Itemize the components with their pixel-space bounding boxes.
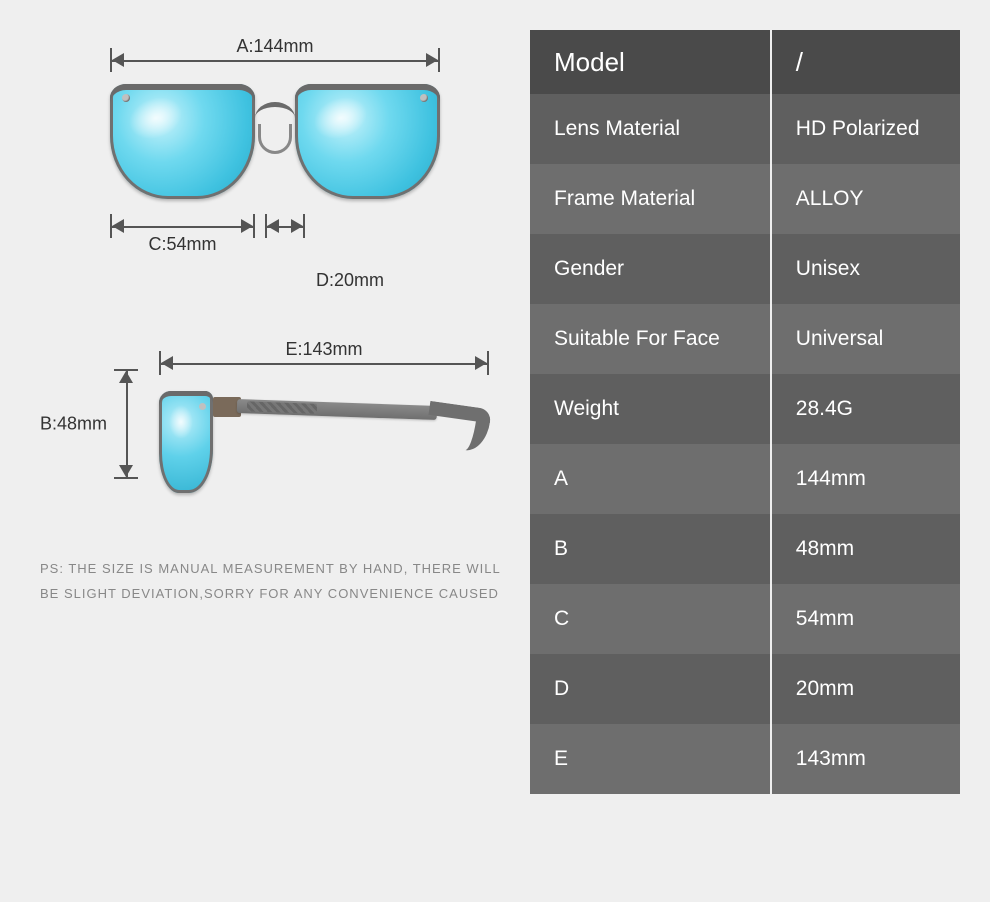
footnote-line: BE SLIGHT DEVIATION,SORRY FOR ANY CONVEN… <box>40 582 510 607</box>
spec-value: Unisex <box>771 234 960 304</box>
dimension-e-label: E:143mm <box>279 339 368 360</box>
dimension-b-label: B:48mm <box>40 414 107 435</box>
spec-value: Universal <box>771 304 960 374</box>
table-row: Frame MaterialALLOY <box>530 164 960 234</box>
spec-value: 143mm <box>771 724 960 794</box>
spec-key: Lens Material <box>530 94 771 164</box>
sunglasses-side-view <box>159 387 489 497</box>
spec-value: 144mm <box>771 444 960 514</box>
dimension-c: C:54mm <box>110 214 255 238</box>
sunglasses-front-view <box>110 84 440 204</box>
spec-table-header: Model / <box>530 30 960 94</box>
dimension-c-label: C:54mm <box>142 234 222 255</box>
dimension-b: B:48mm <box>114 369 138 479</box>
diagram-panel: A:144mm C:54mm D:20mm B:48mm <box>40 30 530 872</box>
table-row: Weight28.4G <box>530 374 960 444</box>
spec-value: 28.4G <box>771 374 960 444</box>
table-row: Suitable For FaceUniversal <box>530 304 960 374</box>
spec-value: 20mm <box>771 654 960 724</box>
spec-value: 54mm <box>771 584 960 654</box>
footnote-line: PS: THE SIZE IS MANUAL MEASUREMENT BY HA… <box>40 557 510 582</box>
spec-key: A <box>530 444 771 514</box>
footnote: PS: THE SIZE IS MANUAL MEASUREMENT BY HA… <box>40 557 510 606</box>
spec-table: Model / Lens MaterialHD PolarizedFrame M… <box>530 30 960 794</box>
spec-key: E <box>530 724 771 794</box>
table-row: D20mm <box>530 654 960 724</box>
spec-key: Gender <box>530 234 771 304</box>
table-row: A144mm <box>530 444 960 514</box>
dimension-a-label: A:144mm <box>230 36 319 57</box>
spec-value: 48mm <box>771 514 960 584</box>
spec-key: D <box>530 654 771 724</box>
table-row: GenderUnisex <box>530 234 960 304</box>
spec-key: Suitable For Face <box>530 304 771 374</box>
spec-header-val: / <box>771 30 960 94</box>
spec-key: B <box>530 514 771 584</box>
spec-table-panel: Model / Lens MaterialHD PolarizedFrame M… <box>530 30 960 872</box>
dimension-a: A:144mm <box>110 48 440 72</box>
table-row: Lens MaterialHD Polarized <box>530 94 960 164</box>
table-row: C54mm <box>530 584 960 654</box>
dimension-d-label: D:20mm <box>110 270 440 291</box>
table-row: B48mm <box>530 514 960 584</box>
dimension-d <box>265 214 305 238</box>
spec-value: ALLOY <box>771 164 960 234</box>
spec-header-key: Model <box>530 30 771 94</box>
spec-key: Frame Material <box>530 164 771 234</box>
table-row: E143mm <box>530 724 960 794</box>
spec-key: Weight <box>530 374 771 444</box>
spec-key: C <box>530 584 771 654</box>
dimension-e: E:143mm <box>159 351 489 375</box>
spec-value: HD Polarized <box>771 94 960 164</box>
